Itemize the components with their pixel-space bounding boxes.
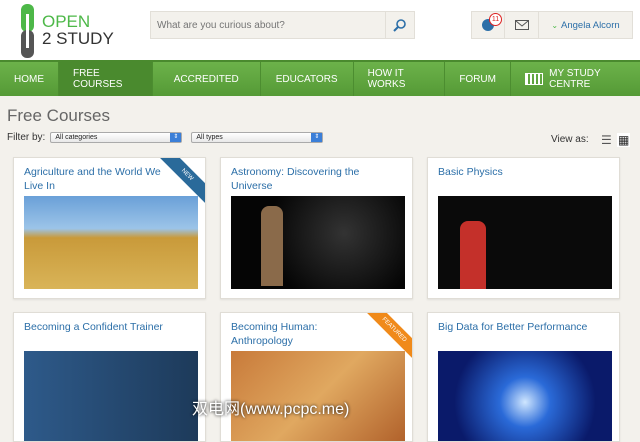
notifications-button[interactable]: 11 bbox=[472, 12, 505, 38]
mail-icon bbox=[514, 20, 529, 30]
nav-accredited[interactable]: ACCREDITED bbox=[153, 62, 261, 96]
nav-home[interactable]: HOME bbox=[0, 62, 59, 96]
view-as-label: View as: bbox=[551, 134, 589, 145]
list-view-icon[interactable]: ☰ bbox=[601, 133, 612, 147]
search-bar bbox=[150, 11, 415, 39]
watermark: 双电网(www.pcpc.me) bbox=[192, 401, 350, 418]
filter-bar: Filter by: All categories ⇕ All types ⇕ bbox=[7, 132, 324, 143]
header: OPEN 2 STUDY 11 ⌄Angela Alcorn bbox=[0, 0, 640, 60]
nav-label: MY STUDY CENTRE bbox=[549, 68, 601, 90]
select-arrow-icon: ⇕ bbox=[170, 133, 182, 142]
main-nav: HOME FREE COURSES ACCREDITED EDUCATORS H… bbox=[0, 60, 640, 96]
course-title[interactable]: Big Data for Better Performance bbox=[438, 321, 588, 335]
logo-mark-icon bbox=[21, 4, 34, 58]
type-select[interactable]: All types ⇕ bbox=[191, 132, 324, 143]
notification-badge: 11 bbox=[489, 13, 502, 26]
course-card[interactable]: Basic Physics bbox=[427, 157, 620, 299]
course-image bbox=[24, 351, 198, 441]
search-icon bbox=[393, 19, 406, 32]
course-image bbox=[438, 196, 612, 289]
course-image bbox=[24, 196, 198, 289]
logo[interactable]: OPEN 2 STUDY bbox=[18, 4, 118, 58]
course-title[interactable]: Becoming Human: Anthropology bbox=[231, 321, 381, 348]
user-menu[interactable]: ⌄ Angela Alcorn bbox=[539, 12, 632, 38]
course-title[interactable]: Agriculture and the World We Live In bbox=[24, 166, 174, 193]
select-arrow-icon: ⇕ bbox=[311, 133, 323, 142]
user-toolbar: 11 ⌄ Angela Alcorn bbox=[471, 11, 633, 39]
nav-my-study-centre[interactable]: MY STUDY CENTRE bbox=[511, 62, 640, 96]
building-icon bbox=[524, 73, 544, 85]
course-title[interactable]: Becoming a Confident Trainer bbox=[24, 321, 174, 335]
category-select[interactable]: All categories ⇕ bbox=[50, 132, 183, 143]
logo-text-2: 2 STUDY bbox=[42, 29, 114, 48]
course-title[interactable]: Astronomy: Discovering the Universe bbox=[231, 166, 381, 193]
page-title: Free Courses bbox=[7, 106, 110, 125]
type-value: All types bbox=[196, 134, 223, 141]
course-image bbox=[438, 351, 612, 441]
course-image bbox=[231, 196, 405, 289]
filter-label: Filter by: bbox=[7, 132, 46, 143]
course-card[interactable]: Astronomy: Discovering the Universe bbox=[220, 157, 413, 299]
nav-educators[interactable]: EDUCATORS bbox=[261, 62, 354, 96]
search-input[interactable] bbox=[151, 12, 385, 38]
category-value: All categories bbox=[55, 134, 98, 141]
course-card[interactable]: Agriculture and the World We Live In NEW bbox=[13, 157, 206, 299]
messages-button[interactable] bbox=[505, 12, 539, 38]
course-card[interactable]: Big Data for Better Performance bbox=[427, 312, 620, 442]
nav-how-it-works[interactable]: HOW IT WORKS bbox=[354, 62, 446, 96]
user-name: Angela Alcorn bbox=[561, 19, 620, 31]
nav-forum[interactable]: FORUM bbox=[445, 62, 511, 96]
nav-free-courses[interactable]: FREE COURSES bbox=[59, 62, 153, 96]
chevron-down-icon: ⌄ bbox=[551, 20, 559, 30]
course-card[interactable]: Becoming Human: Anthropology FEATURED bbox=[220, 312, 413, 442]
grid-view-icon[interactable]: ▦ bbox=[617, 133, 631, 147]
search-button[interactable] bbox=[385, 12, 414, 38]
course-card[interactable]: Becoming a Confident Trainer bbox=[13, 312, 206, 442]
course-title[interactable]: Basic Physics bbox=[438, 166, 588, 180]
